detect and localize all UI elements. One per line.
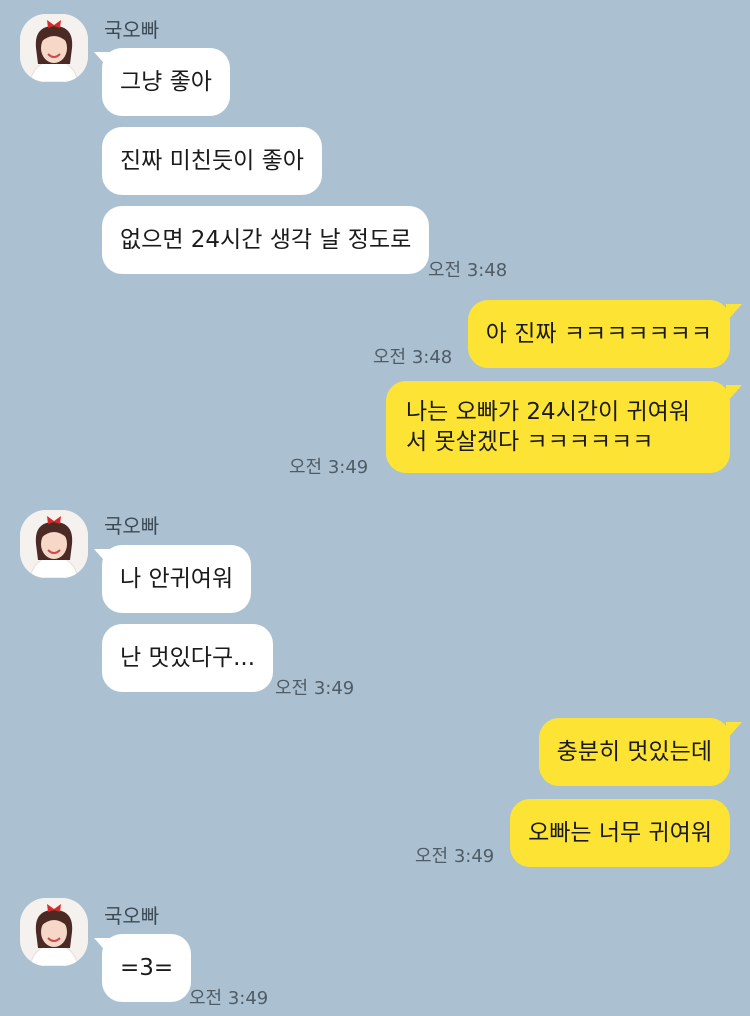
avatar[interactable] bbox=[20, 14, 88, 82]
message-bubble[interactable]: 나는 오빠가 24시간이 귀여워서 못살겠다 ㅋㅋㅋㅋㅋㅋ bbox=[386, 381, 730, 473]
message-timestamp: 오전 3:48 bbox=[428, 260, 508, 281]
message-bubble[interactable]: 난 멋있다구... bbox=[102, 624, 274, 692]
message-bubble[interactable]: 진짜 미친듯이 좋아 bbox=[102, 127, 322, 195]
message-timestamp: 오전 3:49 bbox=[415, 846, 495, 867]
message-timestamp: 오전 3:48 bbox=[373, 347, 453, 368]
avatar[interactable] bbox=[20, 898, 88, 966]
sender-name: 국오빠 bbox=[104, 18, 160, 42]
message-bubble[interactable]: 충분히 멋있는데 bbox=[538, 718, 730, 786]
profile-photo-icon bbox=[20, 510, 88, 578]
message-timestamp: 오전 3:49 bbox=[275, 678, 355, 699]
message-bubble[interactable]: 나 안귀여워 bbox=[102, 545, 252, 613]
chat-window[interactable]: 국오빠 그냥 좋아 진짜 미친듯이 좋아 없으면 24시간 생각 날 정도로 오… bbox=[0, 0, 750, 1016]
sender-name: 국오빠 bbox=[104, 514, 160, 538]
sender-name: 국오빠 bbox=[104, 904, 160, 928]
message-bubble[interactable]: 오빠는 너무 귀여워 bbox=[510, 799, 730, 867]
message-timestamp: 오전 3:49 bbox=[289, 457, 369, 478]
message-bubble[interactable]: =3= bbox=[102, 934, 192, 1002]
message-bubble[interactable]: 그냥 좋아 bbox=[102, 48, 230, 116]
message-bubble[interactable]: 아 진짜 ㅋㅋㅋㅋㅋㅋㅋ bbox=[467, 300, 730, 368]
message-timestamp: 오전 3:49 bbox=[189, 988, 269, 1009]
avatar[interactable] bbox=[20, 510, 88, 578]
profile-photo-icon bbox=[20, 898, 88, 966]
message-bubble[interactable]: 없으면 24시간 생각 날 정도로 bbox=[102, 206, 430, 274]
profile-photo-icon bbox=[20, 14, 88, 82]
